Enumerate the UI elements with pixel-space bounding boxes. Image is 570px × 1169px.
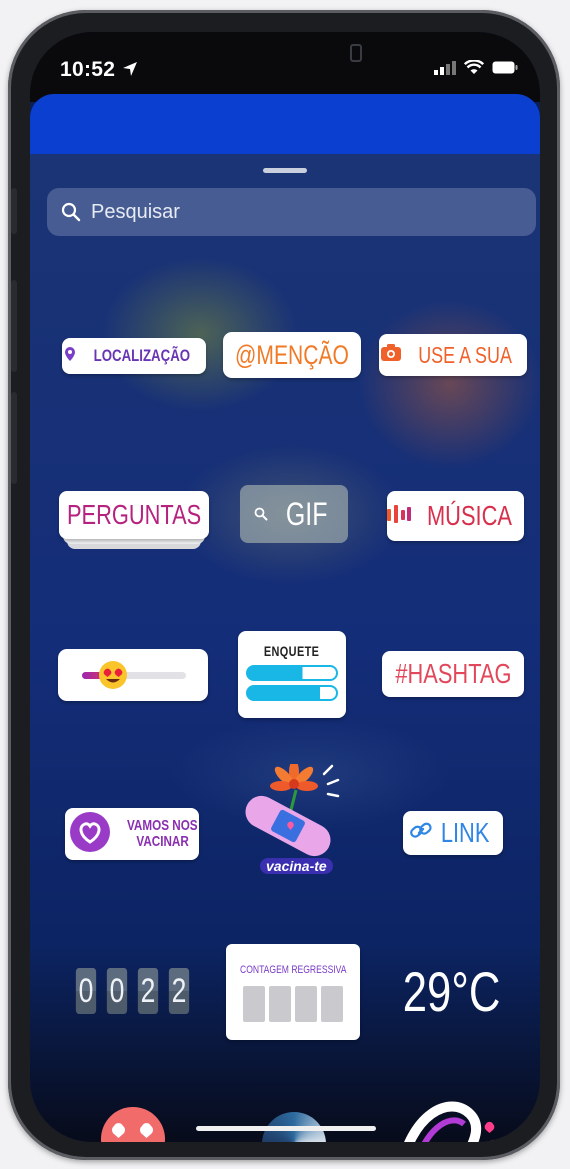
poll-sticker[interactable]: ENQUETE [238,631,346,718]
sticker-tray[interactable]: Pesquisar LOCALIZAÇÃO @MENÇÃO USE A SUA … [30,154,540,1142]
status-time: 10:52 [60,58,116,81]
volume-down-button [11,392,17,484]
countdown-sticker[interactable]: CONTAGEM REGRESSIVA [226,944,360,1040]
status-bar: 10:52 [30,32,540,102]
vacina-te-label: vacina-te [260,858,333,874]
countdown-box [243,986,265,1022]
location-arrow-icon [122,61,138,82]
swirl-sticker[interactable] [390,1094,510,1142]
timer-digit-3: 2 [137,968,158,1014]
vacina-te-sticker[interactable]: vacina-te [234,764,352,882]
wifi-icon [463,59,485,80]
vaccinate-line1: VAMOS NOS [126,817,198,835]
music-sticker[interactable]: MÚSICA [387,491,524,541]
add-yours-label: USE A SUA [418,341,512,368]
heart-hands-icon [69,811,111,858]
timer-digit-4: 2 [168,968,189,1014]
camera-notch [350,44,362,62]
camera-icon [380,344,401,366]
music-label: MÚSICA [427,500,512,531]
link-label: LINK [440,817,490,848]
questions-sticker[interactable]: PERGUNTAS [59,491,209,549]
hashtag-sticker[interactable]: #HASHTAG [382,651,524,697]
questions-card: PERGUNTAS [59,491,209,539]
header-bar [30,94,540,154]
signal-icon [434,60,456,80]
vaccinate-sticker[interactable]: VAMOS NOS VACINAR [65,808,199,860]
timer-digit-2: 0 [106,968,127,1014]
home-indicator[interactable] [196,1126,376,1131]
status-icons [434,59,518,80]
poll-title: ENQUETE [264,643,320,659]
emoji-slider-sticker[interactable] [58,649,208,701]
vaccinate-text: VAMOS NOS VACINAR [117,818,208,850]
drag-handle[interactable] [263,168,307,173]
location-label: LOCALIZAÇÃO [93,346,191,365]
add-yours-sticker[interactable]: USE A SUA [379,334,527,376]
volume-up-button [11,280,17,372]
bandaid-flower-icon [245,764,340,857]
temperature-sticker[interactable]: 29°C [382,956,522,1026]
link-icon [410,822,432,845]
location-pin-icon [64,346,76,366]
heart-eyes-emoji-icon [98,660,128,695]
vaccinate-line2: VACINAR [136,833,189,850]
countdown-boxes [243,986,343,1022]
timer-sticker[interactable]: 0 0 2 2 [64,966,200,1016]
link-sticker[interactable]: LINK [403,811,503,855]
poll-option-2 [246,685,338,701]
mention-label: @MENÇÃO [235,339,349,370]
countdown-box [269,986,291,1022]
questions-label: PERGUNTAS [66,499,202,530]
search-icon [61,202,81,222]
gif-search-icon [254,507,268,521]
gif-sticker[interactable]: GIF [240,485,348,543]
search-input[interactable]: Pesquisar [47,188,536,236]
poll-option-1 [246,665,338,681]
screen: 10:52 Pesquisar LOCALIZAÇÃO @MENÇÃO USE … [30,32,540,1142]
temperature-label: 29°C [403,959,501,1023]
heart-eyes-face-sticker[interactable] [100,1106,166,1142]
search-placeholder: Pesquisar [91,200,180,223]
hashtag-label: #HASHTAG [394,658,512,689]
countdown-box [321,986,343,1022]
mute-switch [11,188,17,234]
battery-icon [492,61,518,79]
mention-sticker[interactable]: @MENÇÃO [223,332,361,378]
countdown-title: CONTAGEM REGRESSIVA [239,964,347,976]
location-sticker[interactable]: LOCALIZAÇÃO [62,338,206,374]
timer-digit-1: 0 [75,968,96,1014]
countdown-box [295,986,317,1022]
gif-label: GIF [286,495,328,532]
music-bars-icon [387,504,412,528]
